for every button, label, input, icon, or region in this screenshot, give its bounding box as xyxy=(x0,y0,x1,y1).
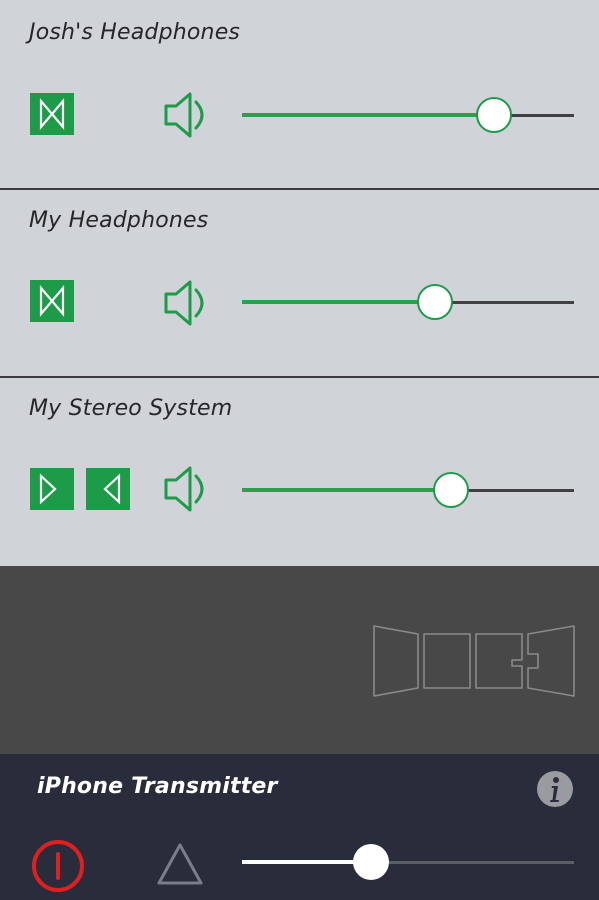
volume-slider[interactable] xyxy=(242,283,574,323)
right-channel-icon[interactable] xyxy=(86,468,130,510)
left-channel-icon[interactable] xyxy=(30,468,74,510)
device-panel-joshs-headphones: Josh's Headphones xyxy=(0,0,599,188)
transmitter-volume-slider[interactable] xyxy=(242,843,574,883)
slider-thumb[interactable] xyxy=(476,97,512,133)
speaker-icon[interactable] xyxy=(162,88,210,142)
slider-fill xyxy=(242,860,371,864)
slider-thumb[interactable] xyxy=(353,844,389,880)
device-panel-my-headphones: My Headphones xyxy=(0,190,599,376)
slider-fill xyxy=(242,488,451,492)
speaker-group-outline-icon xyxy=(373,625,575,697)
device-name: My Headphones xyxy=(29,208,209,233)
device-name: My Stereo System xyxy=(29,396,233,421)
transmitter-panel: iPhone Transmitter xyxy=(0,754,599,900)
slider-fill xyxy=(242,113,494,117)
power-icon[interactable] xyxy=(30,838,86,894)
speaker-icon[interactable] xyxy=(162,276,210,330)
info-icon[interactable] xyxy=(536,770,574,808)
device-bay[interactable] xyxy=(0,566,599,754)
speaker-icon[interactable] xyxy=(162,462,210,516)
volume-slider[interactable] xyxy=(242,471,574,511)
slider-fill xyxy=(242,300,435,304)
slider-thumb[interactable] xyxy=(433,472,469,508)
triangle-icon[interactable] xyxy=(156,842,204,886)
device-panel-my-stereo-system: My Stereo System xyxy=(0,378,599,566)
device-name: Josh's Headphones xyxy=(29,20,241,45)
volume-slider[interactable] xyxy=(242,96,574,136)
bowtie-channel-icon[interactable] xyxy=(30,280,74,322)
slider-thumb[interactable] xyxy=(417,284,453,320)
transmitter-title: iPhone Transmitter xyxy=(37,774,278,799)
bowtie-channel-icon[interactable] xyxy=(30,93,74,135)
